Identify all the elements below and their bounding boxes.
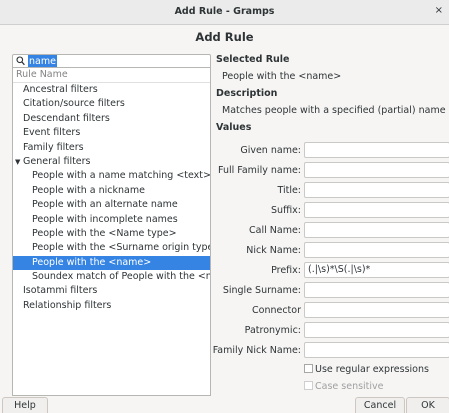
use-regex-checkbox[interactable]: Use regular expressions xyxy=(304,364,429,375)
family-nick-name-label: Family Nick Name: xyxy=(212,345,301,356)
tree-item-label: General filters xyxy=(23,155,91,167)
connector-field[interactable] xyxy=(304,302,449,318)
single-surname-label: Single Surname: xyxy=(222,285,301,296)
description-text: Matches people with a specified (partial… xyxy=(222,105,446,116)
tree-item-isotammi-filters[interactable]: Isotammi filters xyxy=(13,284,210,298)
tree-item-label: Family filters xyxy=(23,141,84,153)
given-name-field[interactable] xyxy=(304,142,449,158)
selected-rule-header: Selected Rule xyxy=(216,54,290,65)
description-header: Description xyxy=(216,88,278,99)
tree-item-nickname[interactable]: People with a nickname xyxy=(13,184,210,198)
tree-item-general-filters[interactable]: ▼ General filters xyxy=(13,155,210,169)
tree-item-label: Isotammi filters xyxy=(23,285,98,297)
tree-item-label: People with incomplete names xyxy=(32,213,178,225)
prefix-field[interactable]: (.|\s)*\S(.|\s)* xyxy=(304,262,449,278)
tree-item-label: People with the <name> xyxy=(32,256,152,268)
column-header-rule-name[interactable]: Rule Name xyxy=(13,68,210,83)
tree-item-people-with-name[interactable]: People with the <name> xyxy=(13,255,210,271)
call-name-field[interactable] xyxy=(304,222,449,238)
family-nick-name-field[interactable] xyxy=(304,342,449,358)
case-sensitive-label: Case sensitive xyxy=(315,381,384,392)
tree-item-relationship-filters[interactable]: Relationship filters xyxy=(13,299,210,313)
prefix-label: Prefix: xyxy=(271,265,301,276)
tree-item-citation-source-filters[interactable]: Citation/source filters xyxy=(13,97,210,111)
values-header: Values xyxy=(216,122,252,133)
ok-button[interactable]: OK xyxy=(406,397,449,413)
triangle-down-icon[interactable]: ▼ xyxy=(15,155,23,169)
connector-label: Connector xyxy=(252,305,301,316)
tree-item-label: People with the <Surname origin type> xyxy=(32,242,211,254)
tree-item-label: Descendant filters xyxy=(23,112,110,124)
cancel-button[interactable]: Cancel xyxy=(355,397,405,413)
tree-item-family-filters[interactable]: Family filters xyxy=(13,141,210,155)
tree-item-incomplete-names[interactable]: People with incomplete names xyxy=(13,213,210,227)
given-name-label: Given name: xyxy=(240,145,301,156)
window-title: Add Rule - Gramps xyxy=(174,6,275,17)
help-button[interactable]: Help xyxy=(2,397,48,413)
nick-name-label: Nick Name: xyxy=(246,245,301,256)
rule-tree[interactable]: Rule Name Ancestral filters Citation/sou… xyxy=(12,67,211,396)
suffix-field[interactable] xyxy=(304,202,449,218)
tree-item-label: Relationship filters xyxy=(23,299,112,311)
title-field[interactable] xyxy=(304,182,449,198)
call-name-label: Call Name: xyxy=(249,225,301,236)
patronymic-label: Patronymic: xyxy=(244,325,301,336)
tree-item-name-matching-text[interactable]: People with a name matching <text> xyxy=(13,169,210,183)
single-surname-field[interactable] xyxy=(304,282,449,298)
tree-item-alternate-name[interactable]: People with an alternate name xyxy=(13,198,210,212)
nick-name-field[interactable] xyxy=(304,242,449,258)
tree-item-surname-origin-type[interactable]: People with the <Surname origin type> xyxy=(13,241,210,255)
tree-item-label: Citation/source filters xyxy=(23,98,125,110)
suffix-label: Suffix: xyxy=(270,205,301,216)
tree-item-label: People with an alternate name xyxy=(32,199,178,211)
patronymic-field[interactable] xyxy=(304,322,449,338)
tree-item-name-type[interactable]: People with the <Name type> xyxy=(13,227,210,241)
tree-item-label: People with the <Name type> xyxy=(32,227,177,239)
title-bar: Add Rule - Gramps × xyxy=(0,0,449,25)
full-family-name-field[interactable] xyxy=(304,162,449,178)
title-label: Title: xyxy=(277,185,301,196)
tree-item-soundex-match[interactable]: Soundex match of People with the <name> xyxy=(13,270,210,284)
use-regex-label: Use regular expressions xyxy=(315,364,429,375)
full-family-name-label: Full Family name: xyxy=(218,165,301,176)
tree-item-label: Soundex match of People with the <name> xyxy=(32,271,210,283)
tree-item-label: Event filters xyxy=(23,127,81,139)
case-sensitive-checkbox[interactable]: Case sensitive xyxy=(304,381,384,392)
dialog-heading: Add Rule xyxy=(195,30,254,44)
checkbox-box[interactable] xyxy=(304,381,313,390)
tree-item-label: People with a name matching <text> xyxy=(32,170,211,182)
tree-item-descendant-filters[interactable]: Descendant filters xyxy=(13,112,210,126)
tree-item-ancestral-filters[interactable]: Ancestral filters xyxy=(13,83,210,97)
selected-rule-name: People with the <name> xyxy=(222,71,342,82)
checkbox-box[interactable] xyxy=(304,364,313,373)
close-icon[interactable]: × xyxy=(435,5,443,16)
tree-item-label: Ancestral filters xyxy=(23,84,98,95)
tree-item-event-filters[interactable]: Event filters xyxy=(13,126,210,140)
tree-item-label: People with a nickname xyxy=(32,184,145,196)
field-value: (.|\s)*\S(.|\s)* xyxy=(308,264,371,275)
